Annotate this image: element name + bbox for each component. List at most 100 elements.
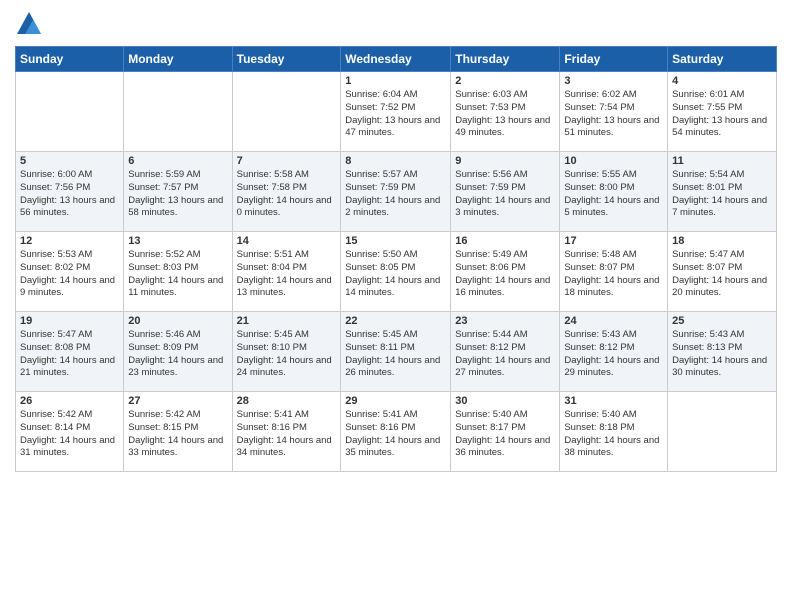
- calendar-day-cell: 9Sunrise: 5:56 AM Sunset: 7:59 PM Daylig…: [451, 152, 560, 232]
- calendar-day-cell: 5 Sunrise: 6:00 AM Sunset: 7:56 PM Daylig…: [16, 152, 124, 232]
- day-info: Sunrise: 5:52 AM Sunset: 8:03 PM Dayligh…: [128, 249, 227, 300]
- calendar-day-cell: 22Sunrise: 5:45 AM Sunset: 8:11 PM Dayli…: [341, 312, 451, 392]
- weekday-header-monday: Monday: [124, 47, 232, 72]
- calendar-day-cell: 23 Sunrise: 5:44 AM Sunset: 8:12 PM Dayli…: [451, 312, 560, 392]
- day-number: 30: [455, 395, 555, 407]
- calendar-day-cell: 29Sunrise: 5:41 AM Sunset: 8:16 PM Dayli…: [341, 392, 451, 472]
- day-number: 15: [345, 235, 446, 247]
- calendar-week-row: 19 Sunrise: 5:47 AM Sunset: 8:08 PM Dayli…: [16, 312, 777, 392]
- day-info: Sunrise: 5:50 AM Sunset: 8:05 PM Dayligh…: [345, 249, 446, 300]
- day-info: Sunrise: 5:41 AM Sunset: 8:16 PM Dayligh…: [237, 409, 337, 460]
- day-number: 19: [20, 315, 119, 327]
- day-info: Sunrise: 5:47 AM Sunset: 8:08 PM Dayligh…: [20, 329, 119, 380]
- weekday-header-thursday: Thursday: [451, 47, 560, 72]
- weekday-header-wednesday: Wednesday: [341, 47, 451, 72]
- calendar-week-row: 12 Sunrise: 5:53 AM Sunset: 8:02 PM Dayli…: [16, 232, 777, 312]
- day-info: Sunrise: 6:04 AM Sunset: 7:52 PM Dayligh…: [345, 89, 446, 140]
- calendar-day-cell: 15 Sunrise: 5:50 AM Sunset: 8:05 PM Dayli…: [341, 232, 451, 312]
- day-number: 20: [128, 315, 227, 327]
- day-number: 5: [20, 155, 119, 167]
- day-number: 2: [455, 75, 555, 87]
- day-number: 25: [672, 315, 772, 327]
- calendar-day-cell: 11Sunrise: 5:54 AM Sunset: 8:01 PM Dayli…: [668, 152, 777, 232]
- day-number: 3: [564, 75, 663, 87]
- day-info: Sunrise: 5:42 AM Sunset: 8:14 PM Dayligh…: [20, 409, 119, 460]
- calendar-day-cell: 26 Sunrise: 5:42 AM Sunset: 8:14 PM Dayli…: [16, 392, 124, 472]
- calendar-week-row: 1 Sunrise: 6:04 AM Sunset: 7:52 PM Daylig…: [16, 72, 777, 152]
- calendar-day-cell: 2 Sunrise: 6:03 AM Sunset: 7:53 PM Daylig…: [451, 72, 560, 152]
- calendar-day-cell: 28 Sunrise: 5:41 AM Sunset: 8:16 PM Dayli…: [232, 392, 341, 472]
- page: SundayMondayTuesdayWednesdayThursdayFrid…: [0, 0, 792, 612]
- day-info: Sunrise: 5:48 AM Sunset: 8:07 PM Dayligh…: [564, 249, 663, 300]
- calendar-day-cell: [16, 72, 124, 152]
- day-number: 16: [455, 235, 555, 247]
- logo-icon: [15, 10, 43, 38]
- calendar-day-cell: 16 Sunrise: 5:49 AM Sunset: 8:06 PM Dayli…: [451, 232, 560, 312]
- calendar-day-cell: 4 Sunrise: 6:01 AM Sunset: 7:55 PM Daylig…: [668, 72, 777, 152]
- calendar-week-row: 26 Sunrise: 5:42 AM Sunset: 8:14 PM Dayli…: [16, 392, 777, 472]
- calendar-day-cell: 18 Sunrise: 5:47 AM Sunset: 8:07 PM Dayli…: [668, 232, 777, 312]
- day-number: 12: [20, 235, 119, 247]
- day-info: Sunrise: 5:43 AM Sunset: 8:12 PM Dayligh…: [564, 329, 663, 380]
- day-info: Sunrise: 5:44 AM Sunset: 8:12 PM Dayligh…: [455, 329, 555, 380]
- day-number: 26: [20, 395, 119, 407]
- calendar-day-cell: 8Sunrise: 5:57 AM Sunset: 7:59 PM Daylig…: [341, 152, 451, 232]
- calendar-day-cell: [232, 72, 341, 152]
- calendar-day-cell: 31 Sunrise: 5:40 AM Sunset: 8:18 PM Dayli…: [560, 392, 668, 472]
- day-number: 17: [564, 235, 663, 247]
- day-info: Sunrise: 5:47 AM Sunset: 8:07 PM Dayligh…: [672, 249, 772, 300]
- day-info: Sunrise: 5:46 AM Sunset: 8:09 PM Dayligh…: [128, 329, 227, 380]
- logo: [15, 10, 47, 38]
- day-number: 13: [128, 235, 227, 247]
- day-number: 23: [455, 315, 555, 327]
- calendar-table: SundayMondayTuesdayWednesdayThursdayFrid…: [15, 46, 777, 472]
- day-info: Sunrise: 5:45 AM Sunset: 8:10 PM Dayligh…: [237, 329, 337, 380]
- calendar-day-cell: 24 Sunrise: 5:43 AM Sunset: 8:12 PM Dayli…: [560, 312, 668, 392]
- weekday-header-sunday: Sunday: [16, 47, 124, 72]
- calendar-body: 1 Sunrise: 6:04 AM Sunset: 7:52 PM Daylig…: [16, 72, 777, 472]
- calendar-day-cell: 14 Sunrise: 5:51 AM Sunset: 8:04 PM Dayli…: [232, 232, 341, 312]
- calendar-week-row: 5 Sunrise: 6:00 AM Sunset: 7:56 PM Daylig…: [16, 152, 777, 232]
- day-info: Sunrise: 5:40 AM Sunset: 8:17 PM Dayligh…: [455, 409, 555, 460]
- calendar-day-cell: 12 Sunrise: 5:53 AM Sunset: 8:02 PM Dayli…: [16, 232, 124, 312]
- day-info: Sunrise: 6:01 AM Sunset: 7:55 PM Dayligh…: [672, 89, 772, 140]
- calendar-day-cell: 10Sunrise: 5:55 AM Sunset: 8:00 PM Dayli…: [560, 152, 668, 232]
- day-info: Sunrise: 5:40 AM Sunset: 8:18 PM Dayligh…: [564, 409, 663, 460]
- day-number: 4: [672, 75, 772, 87]
- day-number: 28: [237, 395, 337, 407]
- calendar-day-cell: 27 Sunrise: 5:42 AM Sunset: 8:15 PM Dayli…: [124, 392, 232, 472]
- day-number: 18: [672, 235, 772, 247]
- day-info: Sunrise: 5:42 AM Sunset: 8:15 PM Dayligh…: [128, 409, 227, 460]
- day-number: 24: [564, 315, 663, 327]
- weekday-header-tuesday: Tuesday: [232, 47, 341, 72]
- day-number: 21: [237, 315, 337, 327]
- weekday-header-row: SundayMondayTuesdayWednesdayThursdayFrid…: [16, 47, 777, 72]
- weekday-header-saturday: Saturday: [668, 47, 777, 72]
- calendar-day-cell: 7Sunrise: 5:58 AM Sunset: 7:58 PM Daylig…: [232, 152, 341, 232]
- day-info: Sunrise: 5:49 AM Sunset: 8:06 PM Dayligh…: [455, 249, 555, 300]
- day-number: 14: [237, 235, 337, 247]
- calendar-day-cell: 20 Sunrise: 5:46 AM Sunset: 8:09 PM Dayli…: [124, 312, 232, 392]
- day-info: Sunrise: 5:57 AM Sunset: 7:59 PM Dayligh…: [345, 169, 446, 220]
- weekday-header-friday: Friday: [560, 47, 668, 72]
- header: [15, 10, 777, 38]
- calendar-day-cell: 1 Sunrise: 6:04 AM Sunset: 7:52 PM Daylig…: [341, 72, 451, 152]
- calendar-day-cell: [668, 392, 777, 472]
- day-number: 1: [345, 75, 446, 87]
- calendar-day-cell: [124, 72, 232, 152]
- day-info: Sunrise: 6:00 AM Sunset: 7:56 PM Dayligh…: [20, 169, 119, 220]
- day-number: 31: [564, 395, 663, 407]
- calendar-day-cell: 17 Sunrise: 5:48 AM Sunset: 8:07 PM Dayli…: [560, 232, 668, 312]
- day-info: Sunrise: 5:56 AM Sunset: 7:59 PM Dayligh…: [455, 169, 555, 220]
- day-number: 7: [237, 155, 337, 167]
- day-info: Sunrise: 6:02 AM Sunset: 7:54 PM Dayligh…: [564, 89, 663, 140]
- day-info: Sunrise: 5:45 AM Sunset: 8:11 PM Dayligh…: [345, 329, 446, 380]
- day-info: Sunrise: 6:03 AM Sunset: 7:53 PM Dayligh…: [455, 89, 555, 140]
- day-number: 6: [128, 155, 227, 167]
- calendar-day-cell: 25Sunrise: 5:43 AM Sunset: 8:13 PM Dayli…: [668, 312, 777, 392]
- day-info: Sunrise: 5:53 AM Sunset: 8:02 PM Dayligh…: [20, 249, 119, 300]
- day-number: 27: [128, 395, 227, 407]
- calendar-day-cell: 21 Sunrise: 5:45 AM Sunset: 8:10 PM Dayli…: [232, 312, 341, 392]
- day-number: 10: [564, 155, 663, 167]
- day-info: Sunrise: 5:51 AM Sunset: 8:04 PM Dayligh…: [237, 249, 337, 300]
